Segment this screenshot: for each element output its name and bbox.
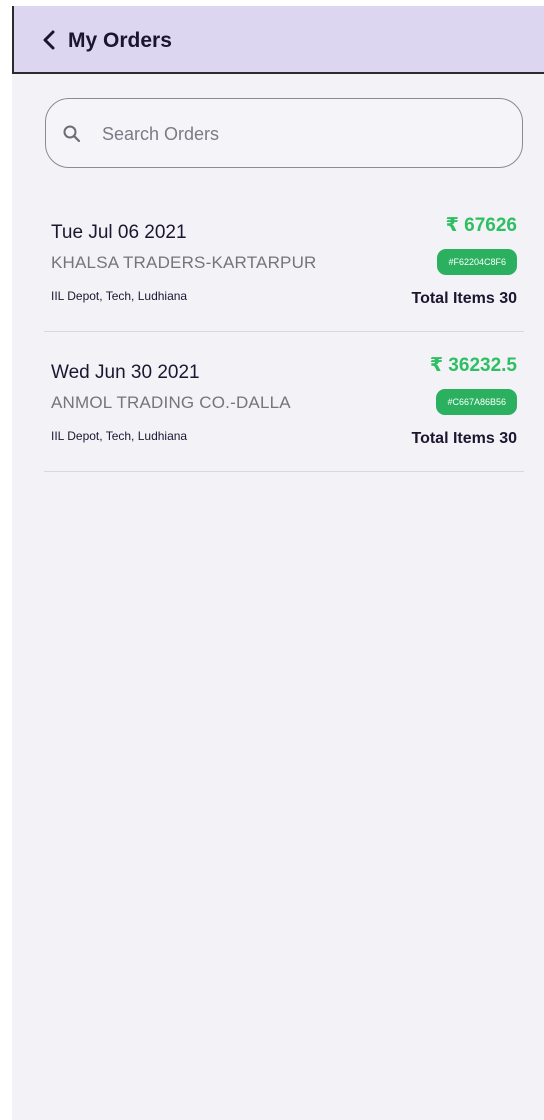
order-list: Tue Jul 06 2021 ₹ 67626 KHALSA TRADERS-K… — [44, 192, 524, 472]
search-bar[interactable] — [45, 98, 523, 168]
order-depot: IIL Depot, Tech, Ludhiana — [51, 289, 188, 303]
order-party-name: KHALSA TRADERS-KARTARPUR — [51, 253, 317, 272]
order-item[interactable]: Wed Jun 30 2021 ₹ 36232.5 ANMOL TRADING … — [44, 332, 524, 472]
order-party-name: ANMOL TRADING CO.-DALLA — [51, 393, 291, 412]
order-date: Wed Jun 30 2021 — [51, 362, 200, 383]
back-button[interactable] — [38, 28, 62, 52]
order-total-items: Total Items 30 — [411, 290, 517, 307]
order-id-badge: #C667A86B56 — [436, 389, 517, 415]
order-depot: IIL Depot, Tech, Ludhiana — [51, 429, 188, 443]
search-input[interactable] — [100, 117, 504, 151]
order-total-items: Total Items 30 — [411, 430, 517, 447]
screen: My Orders Tue Jul 06 2021 ₹ 67626 KHALSA… — [12, 6, 544, 1120]
order-date: Tue Jul 06 2021 — [51, 222, 187, 243]
page-title: My Orders — [68, 29, 172, 52]
order-id-badge: #F62204C8F6 — [437, 249, 517, 275]
search-icon — [62, 124, 82, 144]
order-amount: ₹ 36232.5 — [429, 355, 517, 376]
order-item[interactable]: Tue Jul 06 2021 ₹ 67626 KHALSA TRADERS-K… — [44, 192, 524, 332]
app-bar: My Orders — [12, 6, 544, 74]
chevron-left-icon[interactable] — [38, 28, 62, 52]
order-amount: ₹ 67626 — [445, 215, 517, 236]
